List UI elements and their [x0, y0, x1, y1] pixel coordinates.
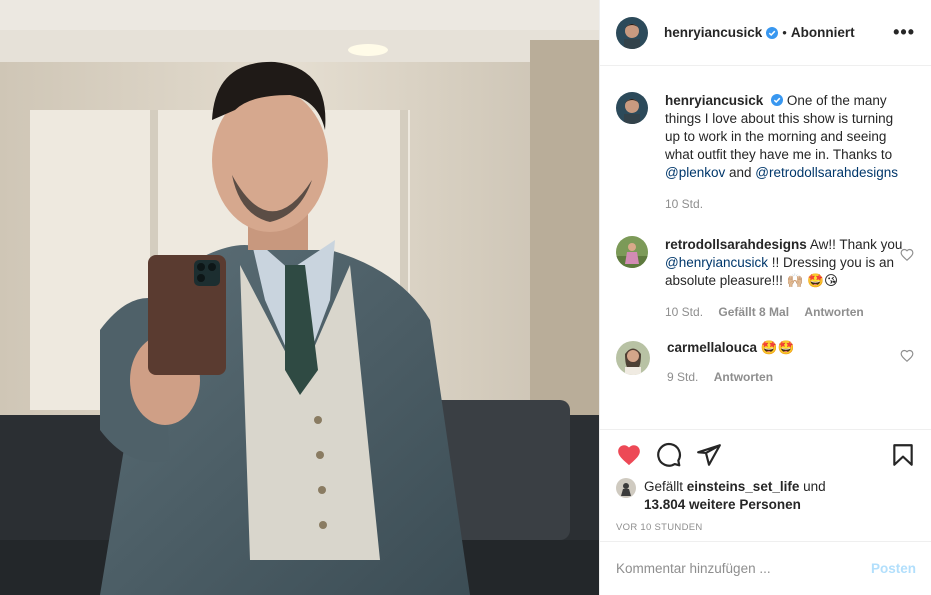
- comment-time[interactable]: 10 Std.: [665, 305, 703, 319]
- reply-button[interactable]: Antworten: [714, 370, 773, 384]
- comment-input[interactable]: Kommentar hinzufügen ...: [616, 561, 771, 576]
- comment-body: 🤩🤩: [760, 340, 795, 355]
- caption-text: henryiancusick One of the many things I …: [665, 92, 905, 182]
- post-comment-button[interactable]: Posten: [871, 561, 916, 576]
- comment-item: carmellalouca 🤩🤩 9 Std. Antworten: [616, 339, 916, 384]
- follow-status-button[interactable]: Abonniert: [791, 25, 855, 40]
- liker-username[interactable]: einsteins_set_life: [687, 479, 800, 494]
- comments-list[interactable]: henryiancusick One of the many things I …: [600, 67, 931, 429]
- likes-prefix: Gefällt: [644, 479, 687, 494]
- comment-likes[interactable]: Gefällt 8 Mal: [718, 305, 789, 319]
- comment-time[interactable]: 9 Std.: [667, 370, 698, 384]
- post-timestamp[interactable]: VOR 10 STUNDEN: [616, 522, 916, 533]
- heart-icon[interactable]: [900, 349, 914, 363]
- likes-count[interactable]: 13.804 weitere Personen: [644, 497, 801, 512]
- caption: henryiancusick One of the many things I …: [616, 92, 916, 211]
- photo-illustration: [0, 0, 599, 595]
- likes-summary: Gefällt einsteins_set_life und 13.804 we…: [616, 478, 916, 514]
- mention-link[interactable]: @plenkov: [665, 165, 725, 180]
- comment-text: carmellalouca 🤩🤩: [667, 339, 907, 357]
- mention-link[interactable]: @henryiancusick: [665, 255, 768, 270]
- comment-item: retrodollsarahdesigns Aw!! Thank you @he…: [616, 236, 916, 319]
- reply-button[interactable]: Antworten: [804, 305, 863, 319]
- post-photo[interactable]: [0, 0, 599, 595]
- action-bar: [616, 430, 916, 480]
- heart-icon[interactable]: [900, 248, 914, 262]
- separator-dot: •: [782, 25, 787, 40]
- caption-username[interactable]: henryiancusick: [665, 93, 763, 108]
- share-icon[interactable]: [696, 442, 722, 468]
- comment-body: Aw!! Thank you: [809, 237, 903, 252]
- author-avatar[interactable]: [616, 16, 648, 49]
- caption-time[interactable]: 10 Std.: [665, 197, 703, 211]
- heart-icon[interactable]: [616, 442, 642, 468]
- mention-link[interactable]: @retrodollsarahdesigns: [755, 165, 898, 180]
- caption-and: and: [725, 165, 756, 180]
- comment-icon[interactable]: [656, 442, 682, 468]
- verified-icon: [771, 94, 784, 106]
- post-sidebar: henryiancusick • Abonniert ••• henryianc…: [599, 0, 931, 595]
- bookmark-icon[interactable]: [890, 442, 916, 468]
- comment-text: retrodollsarahdesigns Aw!! Thank you @he…: [665, 236, 905, 290]
- post-actions: Gefällt einsteins_set_life und 13.804 we…: [600, 429, 931, 533]
- comment-username[interactable]: carmellalouca: [667, 340, 757, 355]
- commenter-avatar[interactable]: [616, 236, 648, 268]
- comment-username[interactable]: retrodollsarahdesigns: [665, 237, 807, 252]
- author-username[interactable]: henryiancusick: [664, 25, 762, 40]
- likes-suffix: und: [799, 479, 826, 494]
- post-header: henryiancusick • Abonniert •••: [600, 0, 931, 66]
- caption-meta: 10 Std.: [665, 197, 905, 211]
- comment-meta: 10 Std. Gefällt 8 Mal Antworten: [665, 305, 905, 319]
- comment-meta: 9 Std. Antworten: [667, 370, 907, 384]
- more-options-icon[interactable]: •••: [893, 22, 915, 43]
- commenter-avatar[interactable]: [616, 341, 650, 375]
- liker-avatar[interactable]: [616, 478, 636, 498]
- caption-avatar[interactable]: [616, 92, 648, 124]
- add-comment-bar: Kommentar hinzufügen ... Posten: [600, 541, 931, 595]
- verified-icon: [766, 26, 779, 39]
